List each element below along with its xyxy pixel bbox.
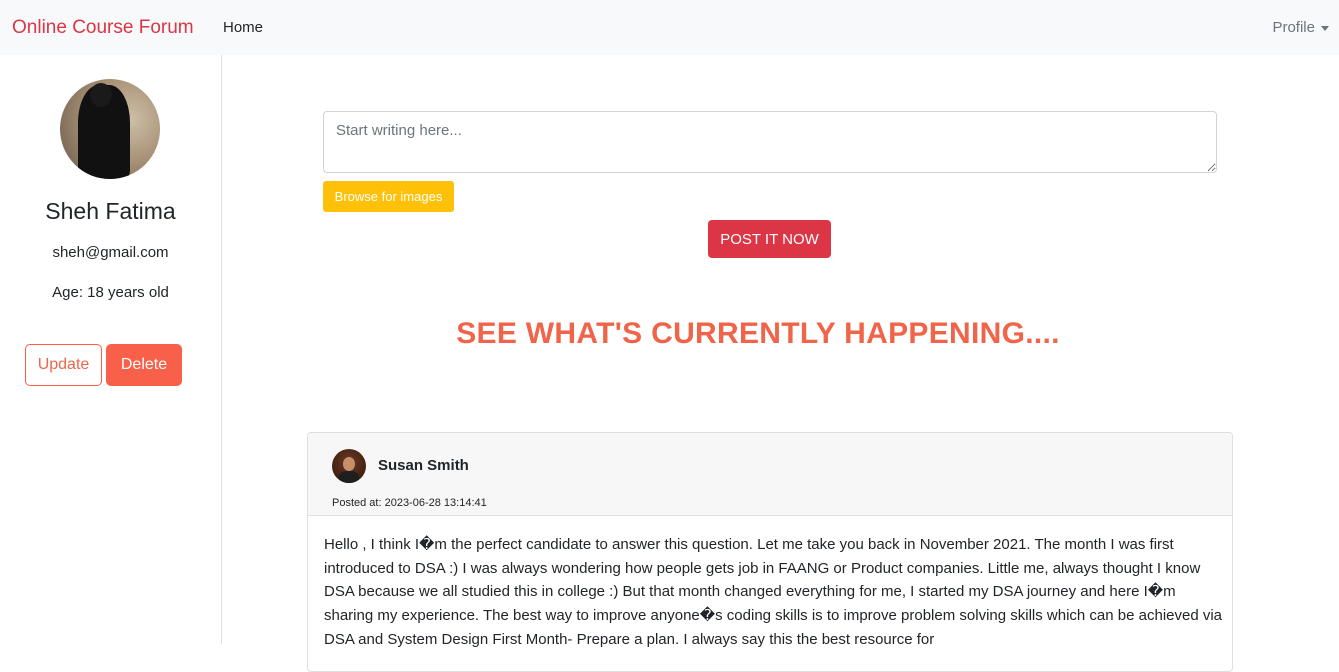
post-timestamp: Posted at: 2023-06-28 13:14:41: [332, 497, 487, 509]
nav-home-link[interactable]: Home: [223, 18, 263, 38]
user-avatar: [60, 79, 160, 179]
user-email: sheh@gmail.com: [52, 244, 169, 261]
caret-down-icon: [1321, 26, 1329, 31]
delete-button[interactable]: Delete: [106, 344, 182, 386]
post-card: Susan Smith Posted at: 2023-06-28 13:14:…: [307, 432, 1233, 672]
top-navbar: Online Course Forum Home Profile: [0, 0, 1339, 55]
user-age: Age: 18 years old: [52, 284, 169, 301]
author-avatar: [332, 449, 366, 483]
post-text-input[interactable]: [323, 111, 1217, 173]
profile-sidebar: Sheh Fatima sheh@gmail.com Age: 18 years…: [0, 55, 222, 644]
post-author: Susan Smith: [378, 457, 469, 474]
post-now-button[interactable]: POST IT NOW: [708, 220, 831, 258]
update-button[interactable]: Update: [25, 344, 102, 386]
user-name: Sheh Fatima: [45, 198, 176, 224]
profile-label: Profile: [1272, 19, 1315, 36]
profile-dropdown[interactable]: Profile: [1272, 18, 1329, 38]
post-card-header: Susan Smith Posted at: 2023-06-28 13:14:…: [308, 433, 1232, 516]
browse-images-button[interactable]: Browse for images: [323, 181, 454, 212]
brand-link[interactable]: Online Course Forum: [12, 16, 194, 40]
post-body: Hello , I think I�m the perfect candidat…: [324, 536, 1223, 648]
feed-headline: SEE WHAT'S CURRENTLY HAPPENING....: [456, 317, 1060, 350]
